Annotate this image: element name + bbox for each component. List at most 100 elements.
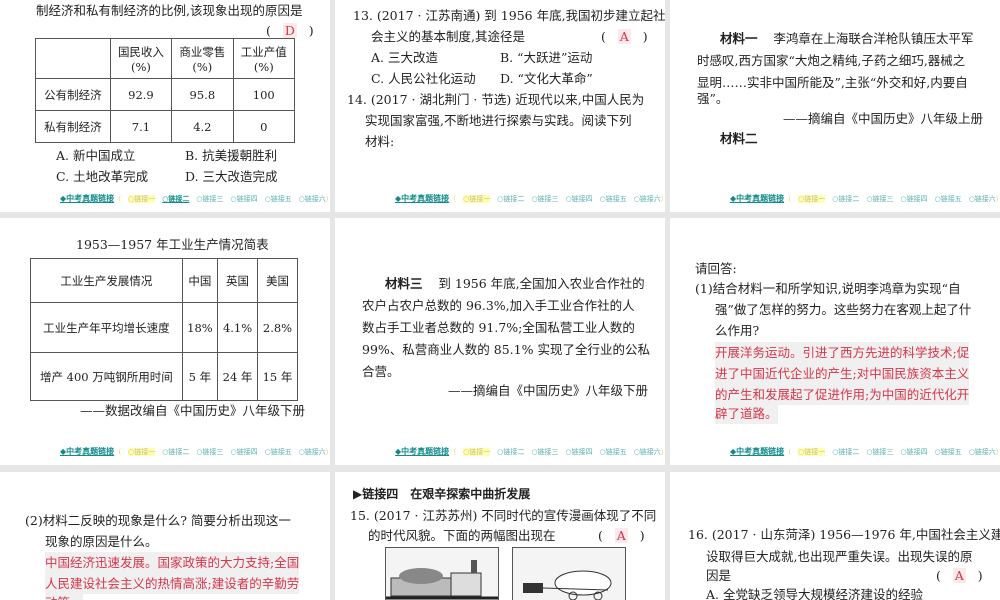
footer-link-6[interactable]: ○链接六 xyxy=(634,195,661,203)
footer-link-1[interactable]: ○链接一 xyxy=(798,195,826,203)
question-1: (1)结合材料一和所学知识,说明李鸿章为实现“自 xyxy=(695,281,961,296)
footer-link-1[interactable]: ○链接一 xyxy=(128,195,156,203)
question-16-cont: 设取得巨大成就,也出现严重失误。出现失误的原 xyxy=(706,549,973,564)
footer-nav: ◆中考真题链接（○链接一○链接二○链接三○链接四○链接五○链接六） xyxy=(730,194,1000,203)
material-3-line: 农户占农户总数的 96.3%,加入手工业合作社的人 xyxy=(362,298,635,313)
footer-link-4[interactable]: ○链接四 xyxy=(565,448,592,456)
question-13-cont: 会主义的基本制度,其途径是 xyxy=(371,29,525,44)
footer-nav: ◆中考真题链接（○链接一○链接二○链接三○链接四○链接五○链接六） xyxy=(395,194,665,203)
source-citation: ——摘编自《中国历史》八年级上册 xyxy=(783,111,984,126)
footer-link-4[interactable]: ○链接四 xyxy=(230,448,257,456)
footer-link-2[interactable]: ○链接二 xyxy=(832,195,859,203)
slide-4[interactable]: 1953—1957 年工业生产情况简表 工业生产发展情况 中国 英国 美国 工业生产年… xyxy=(0,218,330,465)
footer-link-1[interactable]: ○链接一 xyxy=(463,448,491,456)
section-heading: ▶链接四 在艰辛探索中曲折发展 xyxy=(353,487,531,501)
footer-link-4[interactable]: ○链接四 xyxy=(900,195,927,203)
footer-nav: ◆中考真题链接（○链接一○链接二○链接三○链接四○链接五○链接六） xyxy=(730,447,1000,456)
option-d: D. 三大改造完成 xyxy=(185,169,278,184)
material-2-label: 材料二 xyxy=(720,131,758,146)
footer-link-3[interactable]: ○链接三 xyxy=(196,448,223,456)
slide-5[interactable]: 材料三 到 1956 年底,全国加入农业合作社的 农户占农户总数的 96.3%,… xyxy=(335,218,665,465)
table-header: 国民收入 (%) xyxy=(109,38,173,79)
option-a: A. 新中国成立 xyxy=(56,148,136,163)
footer-main-link[interactable]: ◆中考真题链接 xyxy=(60,194,114,203)
answer: A xyxy=(617,29,631,44)
footer-link-5[interactable]: ○链接五 xyxy=(265,195,292,203)
option-a: A. 全党缺乏领导大规模经济建设的经验 xyxy=(706,587,923,600)
industry-table: 工业生产发展情况 中国 英国 美国 工业生产年平均增长速度 18% 4.1% 2.8% 增产… xyxy=(30,258,298,401)
answer-text: 动等。 xyxy=(45,592,83,600)
table-header: 工业产值 (%) xyxy=(232,38,296,79)
footer-link-1[interactable]: ○链接一 xyxy=(128,448,156,456)
footer-link-5[interactable]: ○链接五 xyxy=(935,195,962,203)
footer-link-5[interactable]: ○链接五 xyxy=(265,448,292,456)
answer-text: 中国经济迅速发展。国家政策的大力支持;全国 xyxy=(45,552,300,573)
option-c: C. 人民公社化运动 xyxy=(371,71,476,86)
footer-link-6[interactable]: ○链接六 xyxy=(299,448,326,456)
footer-link-6[interactable]: ○链接六 xyxy=(634,448,661,456)
footer-link-2[interactable]: ○链接二 xyxy=(162,195,189,203)
prompt: 请回答: xyxy=(695,261,737,276)
question-15: 15. (2017 · 江苏苏州) 不同时代的宣传漫画体现了不同 xyxy=(350,508,657,523)
option-a: A. 三大改造 xyxy=(371,50,438,65)
footer-main-link[interactable]: ◆中考真题链接 xyxy=(395,194,449,203)
question-13: 13. (2017 · 江苏南通) 到 1956 年底,我国初步建立起社 xyxy=(353,8,665,23)
source-citation: ——摘编自《中国历史》八年级下册 xyxy=(448,383,649,398)
footer-link-5[interactable]: ○链接五 xyxy=(600,195,627,203)
question-15-cont: 的时代风貌。下面的两幅图出现在 xyxy=(368,528,556,543)
answer-text: 人民建设社会主义的热情高涨;建设者的辛勤劳 xyxy=(45,573,300,594)
footer-link-5[interactable]: ○链接五 xyxy=(935,448,962,456)
answer-bracket: ( A ) xyxy=(936,568,983,583)
answer-text: 的产生和发展起了促进作用;为中国的近代化开 xyxy=(715,384,970,405)
slide-9[interactable]: 16. (2017 · 山东菏泽) 1956—1976 年,中国社会主义建 设取… xyxy=(670,472,1000,600)
question-1-cont: 么作用? xyxy=(715,323,760,338)
cartoon-cart-image xyxy=(512,547,626,600)
table-title: 1953—1957 年工业生产情况简表 xyxy=(76,237,269,252)
footer-link-2[interactable]: ○链接二 xyxy=(497,448,524,456)
footer-link-1[interactable]: ○链接一 xyxy=(463,195,491,203)
question-2-cont: 现象的原因是什么。 xyxy=(45,534,158,549)
footer-link-4[interactable]: ○链接四 xyxy=(900,448,927,456)
answer: A xyxy=(952,568,966,583)
option-b: B. 抗美援朝胜利 xyxy=(185,148,278,163)
footer-link-3[interactable]: ○链接三 xyxy=(866,195,893,203)
slide-7[interactable]: (2)材料二反映的现象是什么? 简要分析出现这一 现象的原因是什么。 中国经济迅… xyxy=(0,472,330,600)
footer-link-3[interactable]: ○链接三 xyxy=(866,448,893,456)
answer-bracket: ( A ) xyxy=(601,29,648,44)
footer-main-link[interactable]: ◆中考真题链接 xyxy=(395,447,449,456)
footer-link-2[interactable]: ○链接二 xyxy=(162,448,189,456)
option-c: C. 土地改革完成 xyxy=(56,169,149,184)
slide-2[interactable]: 13. (2017 · 江苏南通) 到 1956 年底,我国初步建立起社 会主义… xyxy=(335,0,665,212)
material-3-line: 合营。 xyxy=(362,364,400,379)
table-row: 工业生产年平均增长速度 18% 4.1% 2.8% xyxy=(30,302,298,353)
table-row: 增产 400 万吨钢所用时间 5 年 24 年 15 年 xyxy=(30,352,298,401)
footer-main-link[interactable]: ◆中考真题链接 xyxy=(60,447,114,456)
footer-link-2[interactable]: ○链接二 xyxy=(497,195,524,203)
option-b: B. “大跃进”运动 xyxy=(500,50,593,65)
material-3-line: 99%、私营商业人数的 85.1% 实现了全行业的公私 xyxy=(362,342,650,357)
footer-link-6[interactable]: ○链接六 xyxy=(299,195,326,203)
footer-link-1[interactable]: ○链接一 xyxy=(798,448,826,456)
footer-link-6[interactable]: ○链接六 xyxy=(969,195,996,203)
material-1-line: 时感叹,西方国家“大炮之精纯,子药之细巧,器械之 xyxy=(697,53,966,68)
slide-3[interactable]: 材料一 李鸿章在上海联合洋枪队镇压太平军 时感叹,西方国家“大炮之精纯,子药之细… xyxy=(670,0,1000,212)
slide-1[interactable]: 制经济和私有制经济的比例,该现象出现的原因是 ( D ) 国民收入 (%) 商业零… xyxy=(0,0,330,212)
slide-8[interactable]: ▶链接四 在艰辛探索中曲折发展 15. (2017 · 江苏苏州) 不同时代的宣… xyxy=(335,472,665,600)
footer-link-4[interactable]: ○链接四 xyxy=(230,195,257,203)
footer-link-3[interactable]: ○链接三 xyxy=(196,195,223,203)
footer-main-link[interactable]: ◆中考真题链接 xyxy=(730,194,784,203)
answer: D xyxy=(282,23,297,38)
footer-link-3[interactable]: ○链接三 xyxy=(531,448,558,456)
footer-link-6[interactable]: ○链接六 xyxy=(969,448,996,456)
slide-6[interactable]: 请回答: (1)结合材料一和所学知识,说明李鸿章为实现“自 强”做了怎样的努力。… xyxy=(670,218,1000,465)
footer-link-4[interactable]: ○链接四 xyxy=(565,195,592,203)
question-14-cont: 材料: xyxy=(365,134,395,149)
train-icon xyxy=(386,560,498,600)
question-text: 制经济和私有制经济的比例,该现象出现的原因是 xyxy=(36,3,303,18)
cartoon-train-image xyxy=(385,547,499,600)
answer-text: 辟了道路。 xyxy=(715,403,778,424)
footer-link-5[interactable]: ○链接五 xyxy=(600,448,627,456)
footer-link-3[interactable]: ○链接三 xyxy=(531,195,558,203)
footer-main-link[interactable]: ◆中考真题链接 xyxy=(730,447,784,456)
footer-link-2[interactable]: ○链接二 xyxy=(832,448,859,456)
